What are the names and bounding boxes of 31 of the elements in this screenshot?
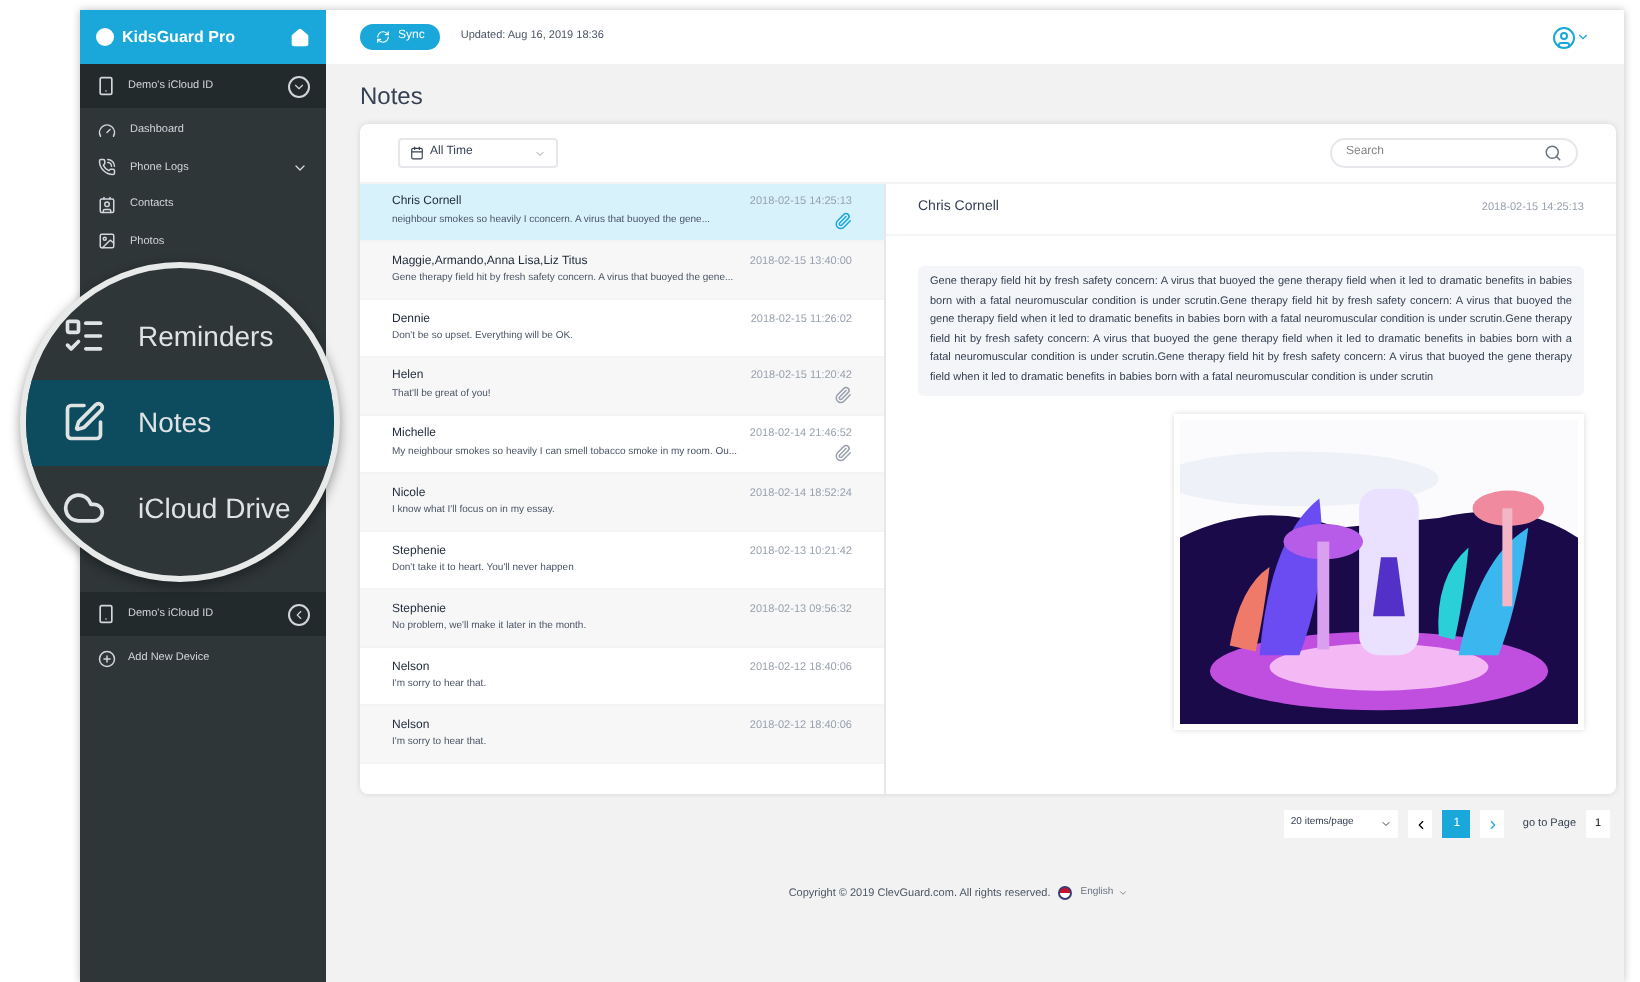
- image-icon: [98, 232, 116, 251]
- page-title: Notes: [360, 80, 425, 114]
- menu-item[interactable]: Reminders: [26, 293, 334, 379]
- phone-icon: [98, 158, 116, 177]
- chevron-left-icon: [1413, 817, 1428, 831]
- caret-icon: [1380, 818, 1393, 830]
- caret-icon: [1117, 888, 1128, 899]
- refresh-icon: [376, 30, 390, 44]
- menu-item[interactable]: Notes: [26, 379, 334, 465]
- brand-name: KidsGuard Pro: [122, 25, 237, 49]
- account-menu[interactable]: [1552, 25, 1590, 49]
- caret-icon: [534, 147, 546, 159]
- home-icon[interactable]: [290, 27, 310, 47]
- calendar-icon: [410, 146, 424, 160]
- user-icon: [1552, 25, 1576, 49]
- gauge-icon: [98, 121, 116, 140]
- chevron-right-icon: [1485, 817, 1500, 831]
- phone-icon: [96, 604, 116, 624]
- attachment-icon: [834, 386, 852, 404]
- search-icon: [1544, 144, 1562, 162]
- previous-page-button[interactable]: [1408, 810, 1433, 838]
- flag-icon: [1058, 886, 1073, 900]
- phone-icon: [96, 76, 116, 96]
- attachment-icon: [834, 212, 852, 230]
- attachment-icon: [834, 444, 852, 462]
- menu-item[interactable]: iCloud Drive: [26, 465, 334, 551]
- contact-icon: [98, 195, 116, 214]
- logo-icon: [96, 28, 114, 46]
- plus-icon: [98, 649, 116, 667]
- edit-icon: [62, 400, 106, 444]
- caret-icon: [1576, 30, 1590, 44]
